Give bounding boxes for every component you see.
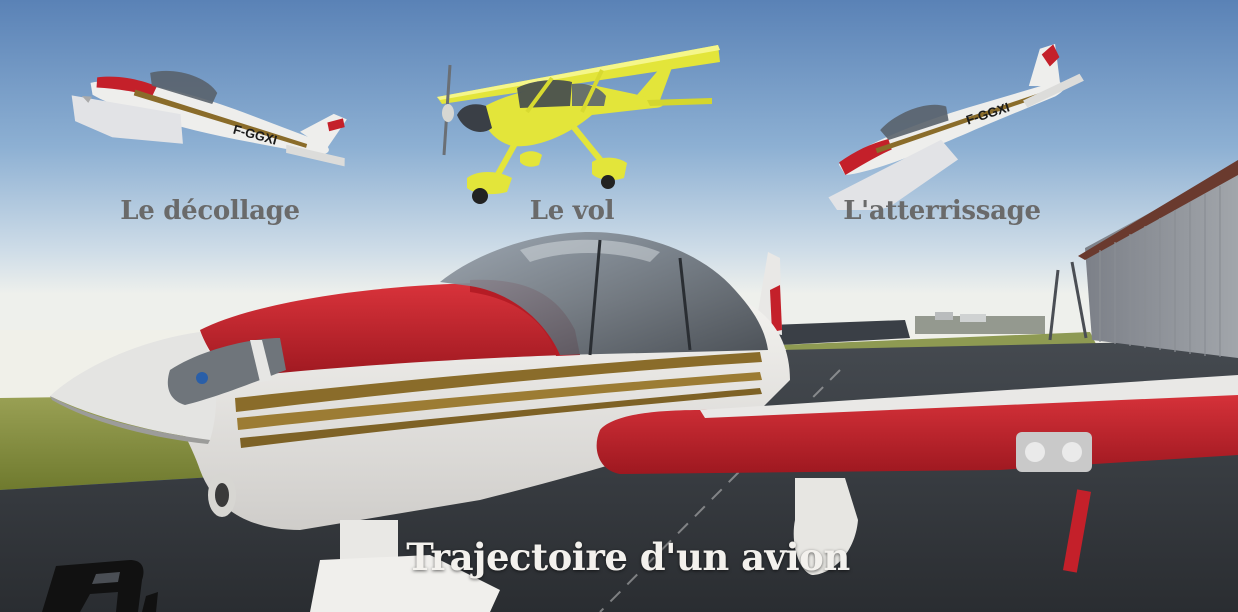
takeoff-aircraft-image: F-GGXI bbox=[71, 70, 347, 167]
corner-logo-icon bbox=[42, 560, 158, 612]
page-title: Trajectoire d'un avion bbox=[406, 535, 850, 579]
phase-label-landing: L'atterrissage bbox=[843, 196, 1041, 226]
hero-banner: F-GGXI Le décollage Le vol F-GGXI L'atte… bbox=[0, 0, 1238, 612]
phase-card-flight[interactable]: Le vol bbox=[422, 0, 722, 240]
flight-aircraft-image bbox=[437, 45, 720, 204]
landing-aircraft-image: F-GGXI bbox=[828, 43, 1084, 210]
phase-card-landing[interactable]: F-GGXI L'atterrissage bbox=[792, 0, 1092, 240]
phase-card-takeoff[interactable]: F-GGXI Le décollage bbox=[60, 0, 360, 240]
phase-label-flight: Le vol bbox=[529, 196, 615, 226]
phase-label-takeoff: Le décollage bbox=[120, 196, 300, 226]
